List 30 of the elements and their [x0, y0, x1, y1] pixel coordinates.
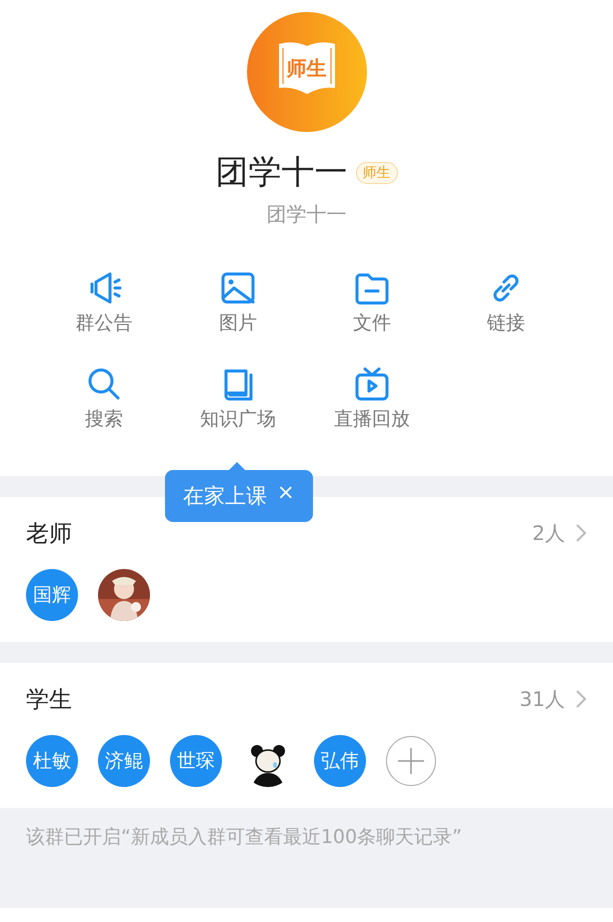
- add-member-button[interactable]: [386, 736, 436, 786]
- image-icon: [220, 270, 256, 306]
- tooltip-text: 在家上课: [183, 483, 267, 510]
- member-avatar[interactable]: 国辉: [26, 569, 78, 621]
- close-button[interactable]: ×: [277, 480, 295, 504]
- member-avatar[interactable]: 济鲲: [98, 735, 150, 787]
- group-subtitle: 团学十一: [266, 201, 346, 228]
- group-tag: 师生: [356, 162, 398, 184]
- action-item[interactable]: 直播回放: [305, 366, 439, 432]
- chevron-right-icon: [575, 523, 587, 543]
- action-item[interactable]: 链接: [439, 270, 573, 336]
- search-icon: [86, 366, 122, 402]
- group-name: 团学十一: [216, 151, 348, 193]
- action-item[interactable]: 知识广场: [171, 366, 305, 432]
- member-avatar[interactable]: 弘伟: [314, 735, 366, 787]
- action-item[interactable]: 图片: [171, 270, 305, 336]
- action-item[interactable]: 搜索: [37, 366, 171, 432]
- tv-icon: [354, 366, 390, 402]
- chevron-right-icon: [575, 689, 587, 709]
- action-item[interactable]: 群公告: [37, 270, 171, 336]
- section-title: 学生: [26, 686, 72, 714]
- action-item[interactable]: 文件: [305, 270, 439, 336]
- member-count[interactable]: 31人: [520, 686, 587, 712]
- logo-text: 师生: [286, 54, 326, 82]
- member-count[interactable]: 2人: [532, 520, 587, 546]
- plus-icon: [397, 747, 425, 775]
- member-avatar[interactable]: 世琛: [170, 735, 222, 787]
- section-title: 老师: [26, 520, 72, 548]
- history-notice: 该群已开启“新成员入群可查看最近100条聊天记录”: [26, 826, 462, 848]
- member-avatar[interactable]: 杜敏: [26, 735, 78, 787]
